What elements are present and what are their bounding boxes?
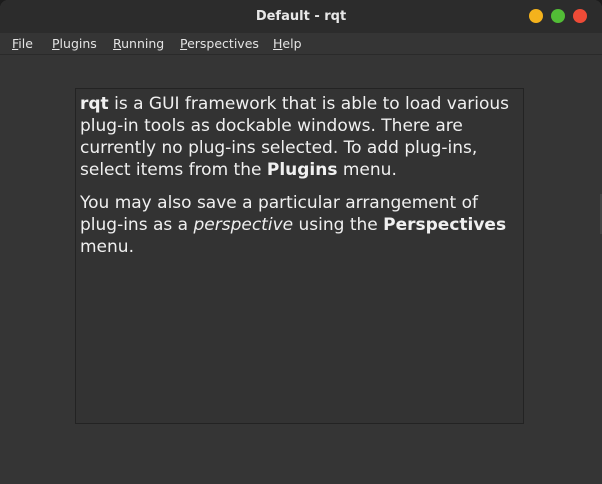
app-name: rqt: [80, 94, 109, 114]
welcome-paragraph-1: rqt is a GUI framework that is able to l…: [80, 93, 520, 181]
welcome-text: rqt is a GUI framework that is able to l…: [80, 93, 520, 269]
perspectives-menu-ref: Perspectives: [383, 215, 507, 235]
perspective-term: perspective: [193, 215, 294, 235]
menu-help[interactable]: Help: [273, 35, 302, 53]
minimize-icon[interactable]: [529, 9, 543, 23]
menu-running-label: unning: [121, 36, 165, 51]
menu-perspectives[interactable]: Perspectives: [180, 35, 259, 53]
welcome-paragraph-2: You may also save a particular arrangeme…: [80, 192, 520, 258]
plugins-menu-ref: Plugins: [266, 160, 338, 180]
window-title: Default - rqt: [255, 9, 347, 24]
close-icon[interactable]: [573, 9, 587, 23]
menu-plugins-mnemonic: P: [52, 36, 60, 51]
menu-help-mnemonic: H: [273, 36, 283, 51]
rqt-window: Default - rqt File Plugins Running Persp…: [0, 0, 602, 484]
menu-running[interactable]: Running: [113, 35, 164, 53]
menu-perspectives-label: erspectives: [187, 36, 259, 51]
maximize-icon[interactable]: [551, 9, 565, 23]
menu-plugins-label: lugins: [59, 36, 97, 51]
welcome-p2-text-c: menu.: [80, 237, 134, 257]
welcome-panel: rqt is a GUI framework that is able to l…: [75, 88, 524, 424]
menu-bar: File Plugins Running Perspectives Help: [0, 33, 602, 55]
menu-file[interactable]: File: [12, 35, 33, 53]
menu-running-mnemonic: R: [113, 36, 122, 51]
menu-plugins[interactable]: Plugins: [52, 35, 97, 53]
title-bar[interactable]: Default - rqt: [0, 0, 602, 33]
menu-help-label: elp: [282, 36, 302, 51]
welcome-p1-text-b: menu.: [337, 160, 397, 180]
welcome-p2-text-b: using the: [293, 215, 384, 235]
menu-file-label: ile: [18, 36, 33, 51]
